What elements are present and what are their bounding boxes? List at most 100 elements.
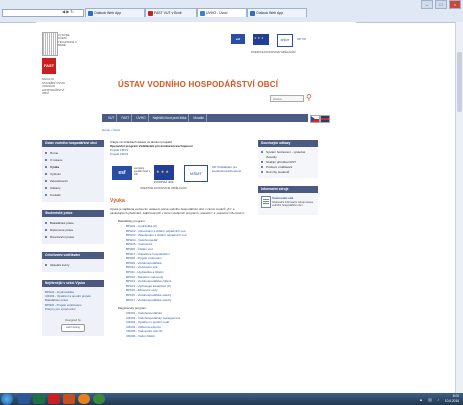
bullet-icon (45, 194, 47, 197)
eu-flag-caption: EVROPSKÁ UNIE (154, 181, 174, 184)
breadcrumb[interactable]: Home › Úvod (102, 128, 120, 132)
fast-icon (148, 11, 153, 16)
acrobat-icon[interactable] (48, 394, 60, 404)
tab-label: Outlook Web App (94, 11, 122, 15)
faculty-text: FAKULTA STAVEBNÍ ÚSTAV VODNÍHO HOSPODÁŘS… (42, 77, 66, 96)
tab-label: FAST VUT v Brně (154, 11, 182, 15)
bachelor-list: BPH01 - Hydraulika (Z) BPH02 - Odvodnění… (110, 224, 252, 302)
menu-label: Odkazy (50, 186, 61, 190)
search-input[interactable]: Hledat (270, 95, 304, 102)
related-link[interactable]: Rozvrhy studentů (261, 170, 316, 175)
bullet-icon (45, 264, 47, 267)
lifelong-item-courses[interactable]: Aktuální kurzy (45, 262, 102, 269)
clock[interactable]: 8:00 10.6.2016 (445, 394, 459, 404)
sponsor-badge[interactable]: web hosting (61, 324, 85, 333)
firefox-icon[interactable] (78, 394, 90, 404)
student-item-dissertation[interactable]: Disertanční práce (45, 234, 102, 241)
related-link-label: Studijní příručka FAST (266, 160, 297, 164)
bullet-icon (261, 166, 263, 169)
eu-caption: INVESTICE DO ROZVOJE VZDĚLÁVÁNÍ (251, 51, 296, 54)
nav-item-moodle[interactable]: Moodle (191, 114, 207, 122)
page-icon (200, 11, 205, 16)
chrome-icon[interactable] (93, 394, 105, 404)
bullet-icon (261, 171, 263, 174)
main-content: Vítejte na stránkách ústavu ve školení p… (110, 140, 252, 339)
english-flag-icon[interactable] (320, 115, 330, 123)
maximize-button[interactable]: □ (435, 0, 447, 9)
left-sidebar: Ústav vodního hospodářství obcí Home O ú… (42, 140, 104, 344)
tray-icons[interactable]: ▲ ▤ ♪ (419, 397, 441, 402)
vertical-scrollbar[interactable] (455, 22, 463, 393)
nav-item-vut[interactable]: VUT (106, 114, 118, 122)
nav-buttons[interactable]: ◀ ▶ ↻ (62, 9, 74, 14)
student-label: Bakalářské práce (50, 221, 74, 225)
info-source-text: Vodovodní informační zdroje ústavu vodní… (272, 201, 314, 208)
browser-window: ◀ ▶ ↻ Outlook Web App FAST VUT v Brně ÚV… (0, 0, 463, 393)
related-link-label: Profesní vzdělávání (266, 165, 293, 169)
bullet-icon (45, 180, 47, 183)
minimize-button[interactable]: – (421, 0, 433, 9)
student-title: Studentské práce (42, 210, 104, 217)
lifelong-title: Celoživotní vzdělávání (42, 252, 104, 259)
course-link[interactable]: CR006 - Vodní čištění (126, 334, 252, 339)
eu-flag-icon (253, 34, 269, 45)
lifelong-box: Celoživotní vzdělávání Aktuální kurzy (42, 252, 104, 272)
vut-logo[interactable] (42, 32, 58, 56)
info-sources-box: Informační zdroje Vodovodní sítě Vodovod… (258, 186, 318, 215)
menu-label: O ústavu (50, 158, 63, 162)
sponsor: Designed by web hosting (42, 314, 104, 336)
menu-label: Home (50, 151, 59, 155)
right-sidebar: Související odkazy Systém hodnocení - vý… (258, 140, 318, 223)
menu-item-staff[interactable]: Zaměstnanci (45, 178, 102, 185)
student-item-bachelor[interactable]: Bakalářské práce (45, 220, 102, 227)
section-paragraph: Výuka je zajištěna vedoucím ustavem Ivan… (110, 207, 246, 215)
most-read-title: Nejčtenější v sekci Výuka (42, 280, 104, 287)
menu-item-about[interactable]: O ústavu (45, 157, 102, 164)
msmt-logo: MŠMT (277, 34, 293, 47)
tab-uvho[interactable]: ÚVHO - Úvod (197, 8, 247, 17)
scrollbar-thumb[interactable] (457, 52, 462, 112)
tab-outlook[interactable]: Outlook Web App (85, 8, 145, 17)
menu-item-home[interactable]: Home (45, 150, 102, 157)
menu-box: Ústav vodního hospodářství obcí Home O ú… (42, 140, 104, 202)
bullet-icon (261, 151, 263, 154)
fast-logo[interactable]: FAST (42, 58, 56, 74)
nav-item-fast[interactable]: FAST (119, 114, 133, 122)
intro-link[interactable]: Projekt FRVS (110, 152, 252, 156)
op-logo: OP Vzdělávání pro konkurenceschopnost (212, 165, 242, 173)
document-icon (261, 196, 271, 208)
bullet-icon (45, 166, 47, 169)
start-button[interactable] (1, 393, 13, 405)
header-logos: VYSOKÉ UČENÍ TECHNICKÉ V BRNĚ FAST FAKUL… (42, 32, 82, 122)
related-link-label: zkoušky (266, 155, 277, 159)
most-read-link[interactable]: Pokyny pro zpracování (45, 307, 101, 311)
info-source-item[interactable]: Vodovodní sítě Vodovodní informační zdro… (258, 193, 318, 215)
excel-icon[interactable] (33, 394, 45, 404)
menu-item-research[interactable]: Výzkum (45, 171, 102, 178)
related-links-box: Související odkazy Systém hodnocení - vý… (258, 140, 318, 178)
search-icon[interactable]: ⚲ (306, 94, 314, 102)
tab-outlook-2[interactable]: Outlook Web App (247, 8, 307, 17)
menu-item-links[interactable]: Odkazy (45, 185, 102, 192)
op-logo: OP VK (297, 37, 307, 41)
info-sources-title: Informační zdroje (258, 186, 318, 193)
menu-item-contact[interactable]: Kontakt (45, 192, 102, 199)
menu-item-vyuka[interactable]: Výuka (45, 164, 102, 171)
bullet-icon (45, 187, 47, 190)
word-icon[interactable] (18, 394, 30, 404)
student-item-diploma[interactable]: Diplomové práce (45, 227, 102, 234)
czech-flag-icon[interactable] (310, 115, 320, 123)
browser-toolbar: ◀ ▶ ↻ Outlook Web App FAST VUT v Brně ÚV… (0, 0, 463, 23)
tab-fast[interactable]: FAST VUT v Brně (145, 8, 197, 17)
nav-item-fond[interactable]: Nejbližší fond proti šítka (151, 114, 190, 122)
nav-item-uvho[interactable]: ÚVHO (134, 114, 149, 122)
top-navigation: VUT FAST ÚVHO Nejbližší fond proti šítka… (102, 114, 308, 122)
eu-banner: esf evropský sociální fond v ČR EVROPSKÁ… (110, 162, 252, 192)
course-link[interactable]: BP017 - Vodohospodářské stavby (126, 298, 252, 303)
powerpoint-icon[interactable] (63, 394, 75, 404)
page-title: ÚSTAV VODNÍHO HOSPODÁŘSTVÍ OBCÍ (118, 80, 279, 89)
close-button[interactable]: × (449, 0, 461, 9)
vut-logo-text: VYSOKÉ UČENÍ TECHNICKÉ V BRNĚ (58, 33, 77, 48)
bullet-icon (45, 236, 47, 239)
outlook-icon (88, 11, 93, 16)
